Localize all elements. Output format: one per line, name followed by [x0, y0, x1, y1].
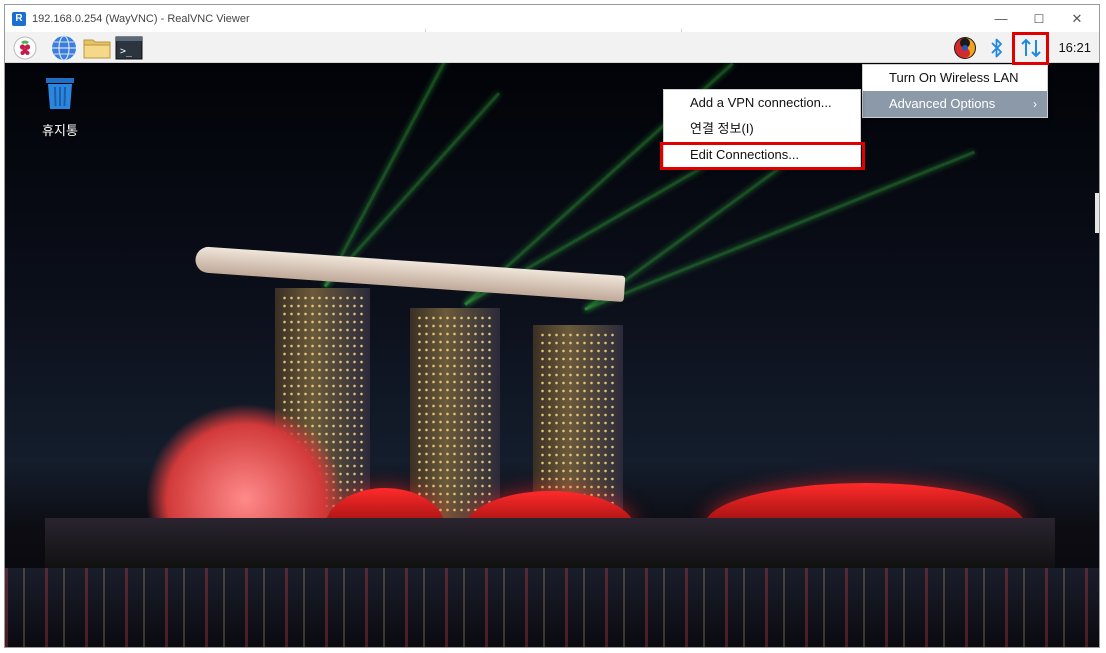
maximize-button[interactable]: ☐ — [1020, 5, 1058, 32]
menu-item-label: Advanced Options — [889, 96, 996, 111]
file-manager-icon[interactable] — [83, 35, 111, 61]
web-browser-icon[interactable] — [50, 35, 78, 61]
menu-item-add-vpn-connection[interactable]: Add a VPN connection... — [664, 90, 860, 116]
wallpaper — [5, 63, 1099, 647]
terminal-icon[interactable]: >_ — [115, 35, 143, 61]
network-icon-highlight — [1012, 32, 1049, 65]
window-title: 192.168.0.254 (WayVNC) - RealVNC Viewer — [32, 12, 250, 25]
realvnc-app-icon: R — [12, 11, 26, 26]
trash-label: 휴지통 — [42, 123, 78, 138]
raspberry-menu-icon[interactable] — [11, 35, 39, 61]
close-button[interactable]: ✕ — [1058, 5, 1096, 32]
clock: 16:21 — [1058, 40, 1091, 55]
network-menu: Turn On Wireless LAN Advanced Options › — [862, 64, 1048, 118]
menu-item-turn-on-wireless-lan[interactable]: Turn On Wireless LAN — [863, 65, 1047, 91]
trash-desktop-item[interactable]: 휴지통 — [35, 75, 85, 139]
minimize-button[interactable]: — — [982, 5, 1020, 32]
svg-text:>_: >_ — [120, 46, 133, 57]
desktop[interactable]: 휴지통 — [5, 63, 1099, 647]
chevron-right-icon: › — [1033, 97, 1037, 111]
menu-item-advanced-options[interactable]: Advanced Options › — [863, 91, 1047, 117]
bluetooth-icon[interactable] — [983, 35, 1011, 61]
scrollbar[interactable] — [1095, 193, 1099, 233]
trash-icon — [46, 78, 74, 109]
edit-connections-highlight — [660, 142, 865, 170]
vnc-viewer-window: R 192.168.0.254 (WayVNC) - RealVNC Viewe… — [4, 4, 1100, 648]
remote-taskbar: >_ 16:21 — [5, 32, 1099, 63]
menu-item-connection-info[interactable]: 연결 정보(I) — [664, 116, 860, 142]
keyboard-input-icon[interactable] — [951, 35, 979, 61]
title-bar[interactable]: R 192.168.0.254 (WayVNC) - RealVNC Viewe… — [5, 5, 1099, 32]
